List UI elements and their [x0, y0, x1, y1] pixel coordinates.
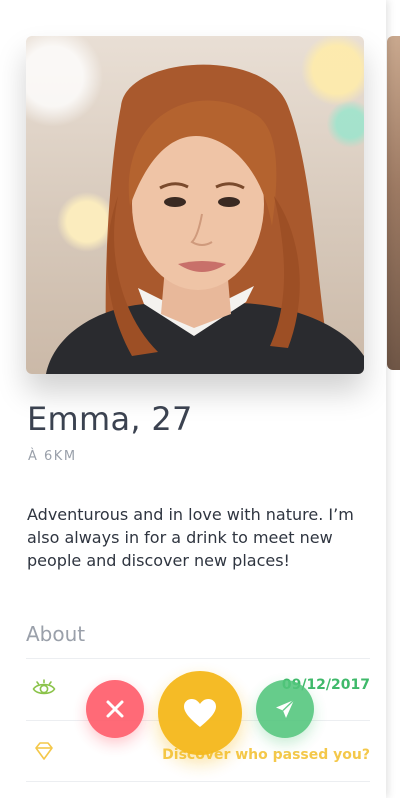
about-heading: About	[26, 622, 86, 646]
like-button[interactable]	[158, 671, 242, 755]
profile-photo-illustration	[46, 64, 364, 374]
message-button[interactable]	[256, 680, 314, 738]
pass-button[interactable]	[86, 680, 144, 738]
profile-bio: Adventurous and in love with nature. I’m…	[27, 505, 354, 570]
heart-icon	[184, 699, 216, 727]
close-icon	[106, 700, 124, 718]
diamond-icon	[35, 742, 53, 760]
next-profile-card-peek[interactable]	[387, 36, 400, 370]
send-icon	[276, 699, 295, 718]
profile-name-age: Emma, 27	[27, 400, 193, 438]
eye-icon	[32, 679, 56, 695]
profile-distance: À 6KM	[28, 449, 77, 464]
profile-photo[interactable]	[26, 36, 364, 374]
